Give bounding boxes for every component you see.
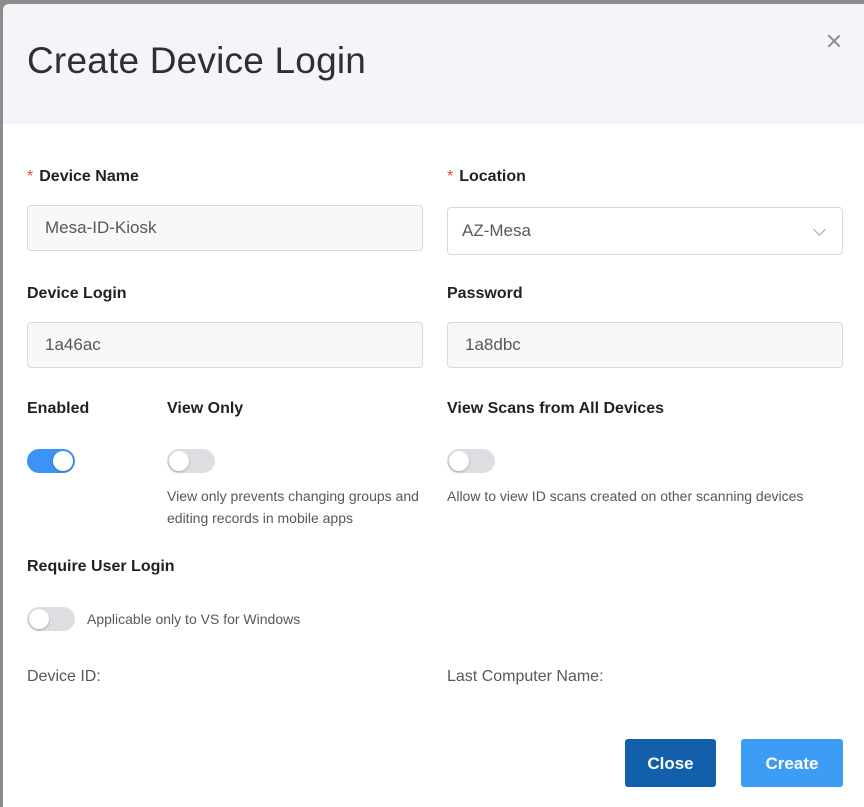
device-name-label: * Device Name xyxy=(27,168,139,186)
toggle-knob xyxy=(449,451,469,471)
require-user-login-toggle[interactable] xyxy=(27,607,75,631)
toggle-knob xyxy=(53,451,73,471)
create-button[interactable]: Create xyxy=(741,739,843,787)
require-user-login-label: Require User Login xyxy=(27,558,175,575)
password-label: Password xyxy=(447,285,523,302)
chevron-down-icon xyxy=(813,223,826,236)
password-input[interactable] xyxy=(447,322,843,368)
location-label: * Location xyxy=(447,168,526,186)
view-only-help-text: View only prevents changing groups and e… xyxy=(167,488,419,526)
location-select[interactable]: AZ-Mesa xyxy=(447,207,843,255)
require-user-login-help-text: Applicable only to VS for Windows xyxy=(87,611,301,627)
view-only-label: View Only xyxy=(167,400,244,417)
device-name-input[interactable] xyxy=(27,205,423,251)
enabled-label: Enabled xyxy=(27,400,90,417)
device-login-input[interactable] xyxy=(27,322,423,368)
view-scans-all-help-text: Allow to view ID scans created on other … xyxy=(447,488,804,504)
enabled-toggle[interactable] xyxy=(27,449,75,473)
view-only-toggle[interactable] xyxy=(167,449,215,473)
location-label-text: Location xyxy=(459,168,526,185)
create-device-login-modal: Create Device Login * Device Name * Locati… xyxy=(3,4,864,807)
view-scans-all-toggle[interactable] xyxy=(447,449,495,473)
modal-header: Create Device Login xyxy=(3,4,864,124)
device-name-label-text: Device Name xyxy=(39,168,139,185)
required-mark: * xyxy=(27,168,34,185)
last-computer-name-label: Last Computer Name: xyxy=(447,668,604,685)
device-id-label: Device ID: xyxy=(27,668,101,685)
required-mark: * xyxy=(447,168,454,185)
device-login-label: Device Login xyxy=(27,285,127,302)
location-selected-value: AZ-Mesa xyxy=(462,221,531,240)
toggle-knob xyxy=(29,609,49,629)
modal-title: Create Device Login xyxy=(27,40,367,81)
view-scans-all-label: View Scans from All Devices xyxy=(447,400,664,417)
toggle-knob xyxy=(169,451,189,471)
close-button[interactable]: Close xyxy=(625,739,716,787)
close-icon[interactable] xyxy=(825,32,843,50)
